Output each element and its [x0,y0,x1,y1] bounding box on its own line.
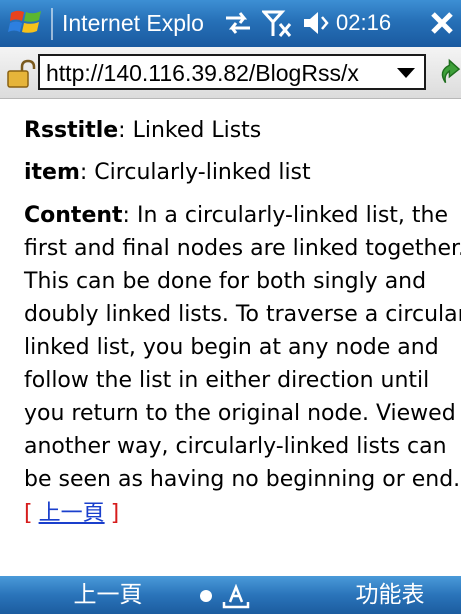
input-dot-icon[interactable] [200,590,212,602]
keyboard-input-icon[interactable] [222,584,250,610]
open-bracket: [ [24,501,33,526]
softkey-left-back[interactable]: 上一頁 [48,576,168,614]
item-value: : Circularly-linked list [79,160,311,185]
content-field: Content: In a circularly-linked list, th… [24,199,461,496]
content-line: another way, circularly-linked lists can [24,434,447,459]
close-bracket: ] [110,501,120,526]
item-label: item [24,160,80,185]
rsstitle-field: Rsstitle: Linked Lists [24,114,261,147]
softkey-right-menu[interactable]: 功能表 [330,576,450,614]
content-line: Content: In a circularly-linked list, th… [24,203,449,228]
url-text[interactable]: http://140.116.39.82/BlogRss/x [46,57,382,89]
content-label: Content [24,203,123,228]
content-line: This can be done for both singly and [24,269,427,294]
page-content: Rsstitle: Linked Lists item: Circularly-… [0,99,461,576]
windows-flag-icon[interactable] [8,7,44,39]
soft-key-bar: 上一頁 功能表 [0,576,461,614]
connectivity-icon[interactable] [222,8,254,38]
rsstitle-value: : Linked Lists [118,118,262,143]
item-field: item: Circularly-linked list [24,156,311,189]
app-title: Internet Explo [62,10,204,36]
content-line: linked list, you begin at any node and [24,335,439,360]
content-line: doubly linked lists. To traverse a circu… [24,302,461,327]
content-line: first and final nodes are linked togethe… [24,236,461,261]
prev-page-nav: [上一頁] [24,498,119,530]
lock-icon [7,59,36,88]
address-bar: http://140.116.39.82/BlogRss/x [0,47,461,99]
url-input[interactable]: http://140.116.39.82/BlogRss/x [38,54,426,90]
dropdown-arrow-icon[interactable] [388,56,424,88]
volume-icon[interactable] [300,8,332,38]
prev-page-link[interactable]: 上一頁 [39,501,105,526]
rsstitle-label: Rsstitle [24,118,119,143]
title-bar: Internet Explo 02:16 [0,0,461,47]
title-separator [51,8,53,40]
content-line: be seen as having no beginning or end. [24,467,461,492]
close-icon[interactable] [425,6,459,40]
go-arrow-icon[interactable] [432,57,461,89]
clock: 02:16 [336,10,392,35]
content-line: you return to the original node. Viewed [24,401,456,426]
signal-off-icon[interactable] [262,8,294,38]
content-line: follow the list in either direction unti… [24,368,430,393]
